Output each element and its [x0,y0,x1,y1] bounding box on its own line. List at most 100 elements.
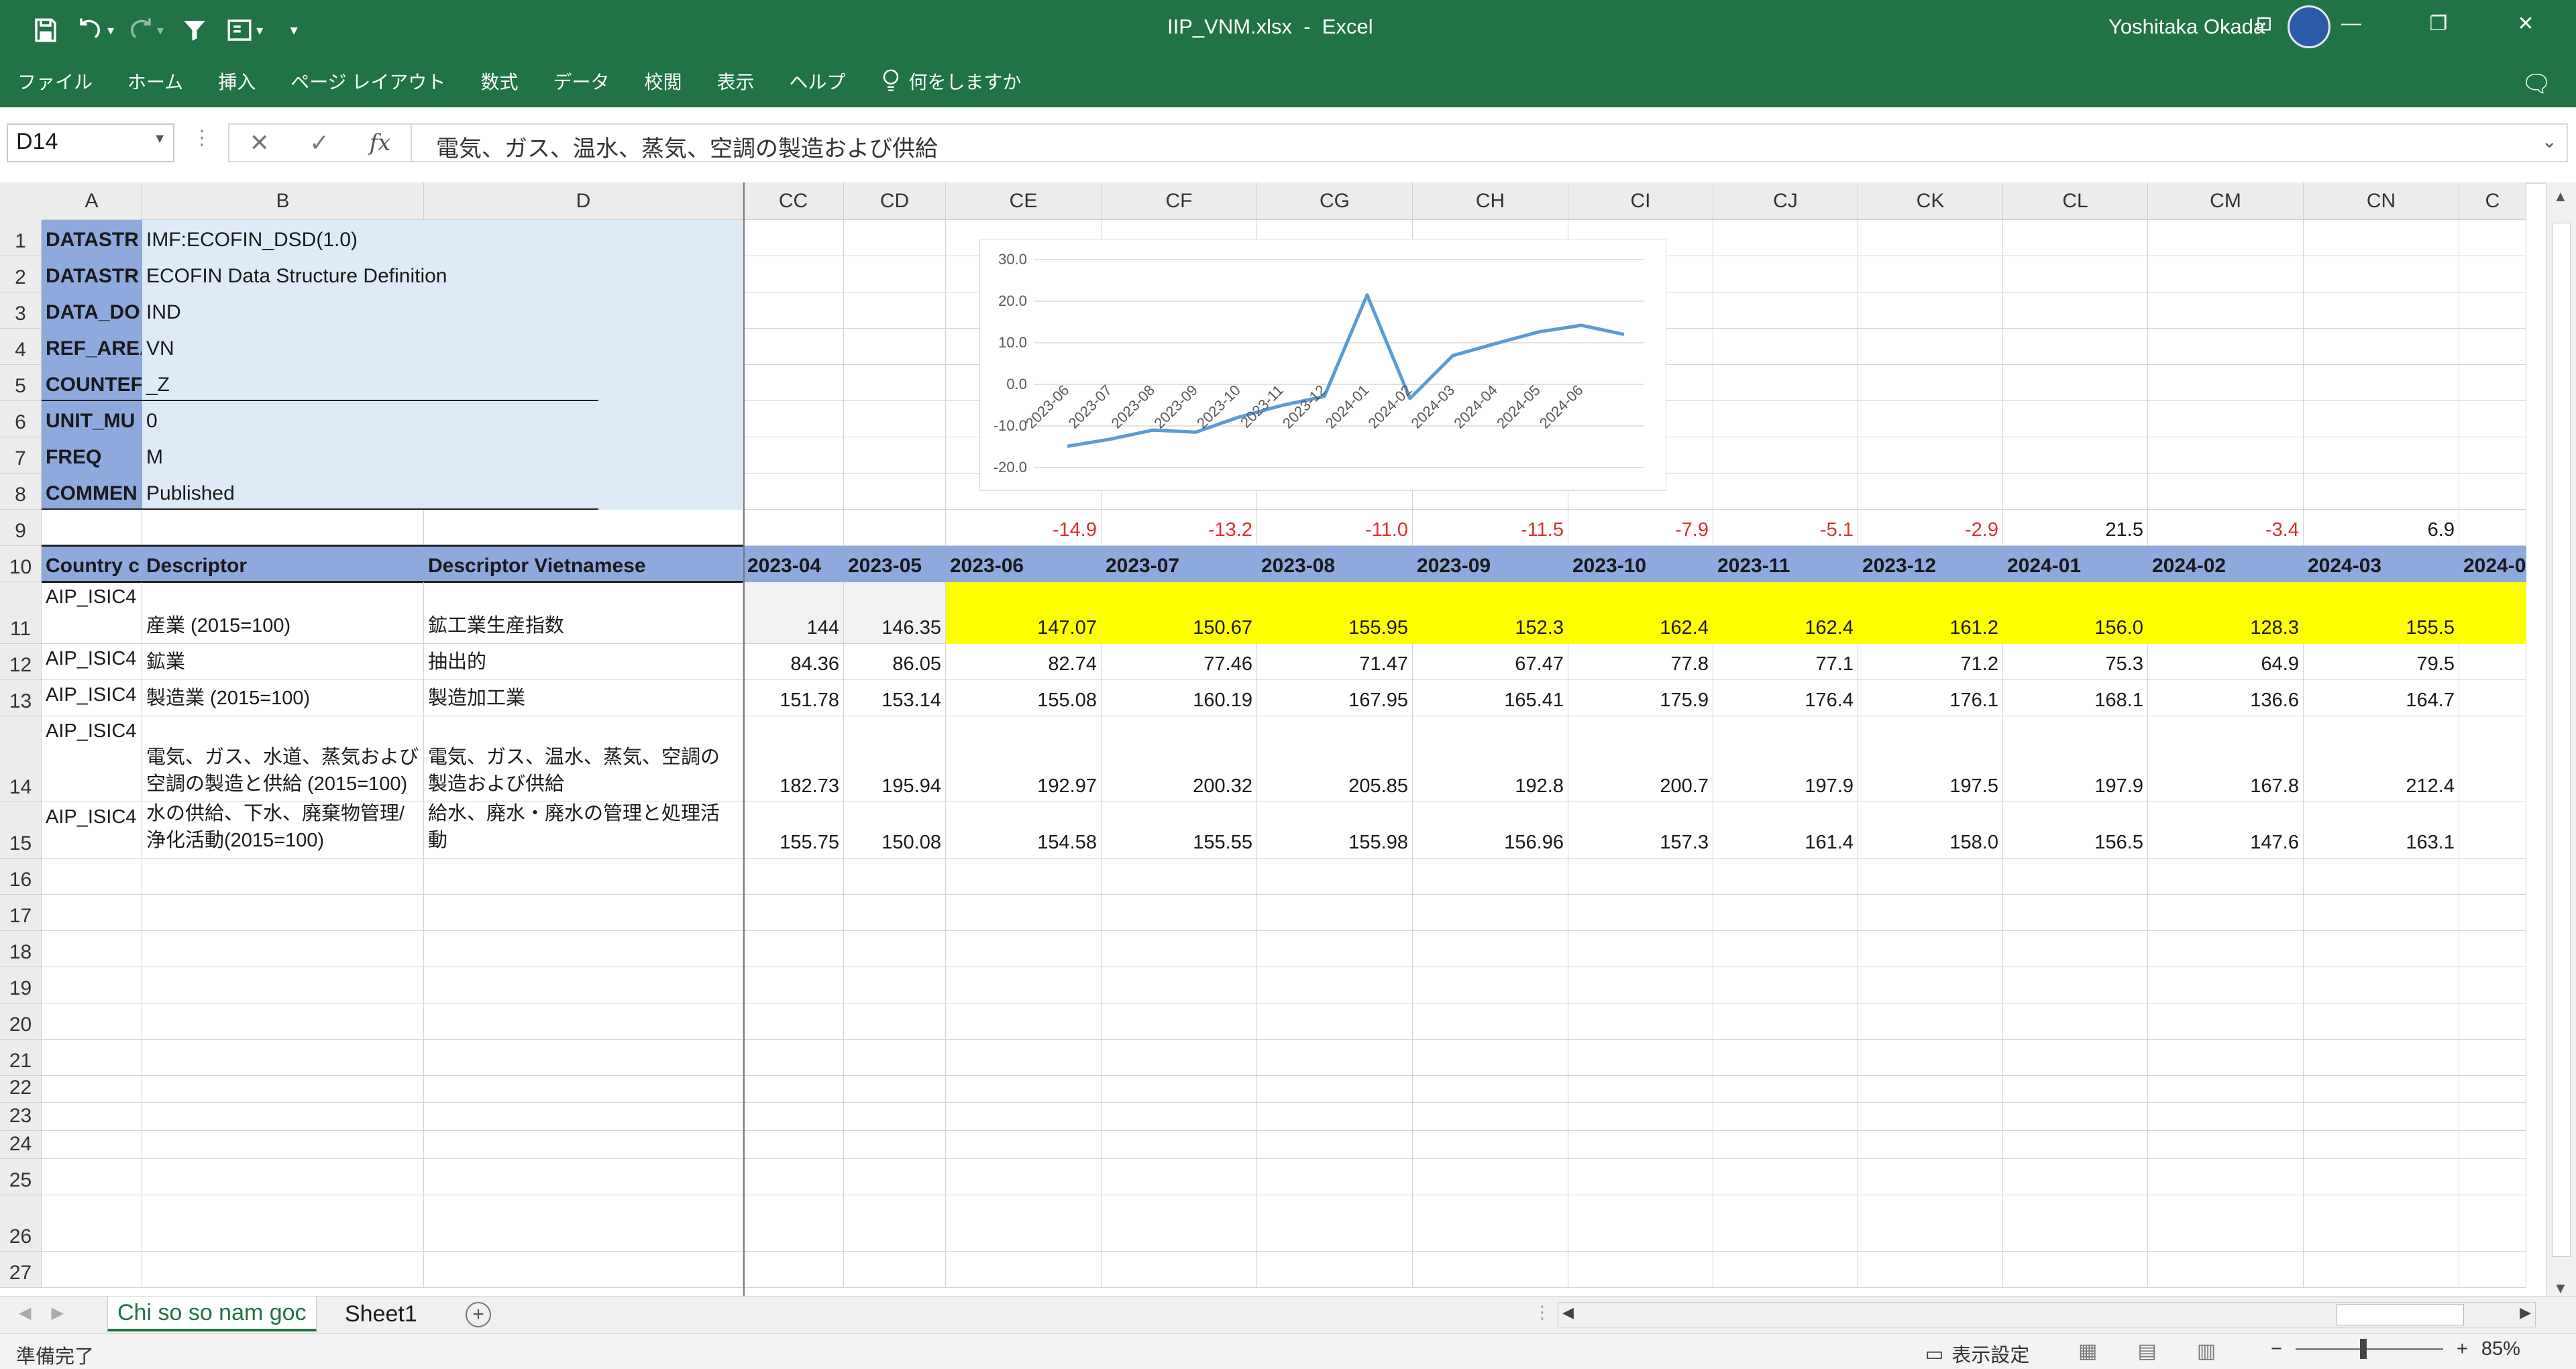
zoom-track[interactable] [2295,1339,2443,1359]
cell[interactable] [424,1252,743,1288]
cell[interactable] [2459,895,2526,931]
change-cell[interactable]: -14.9 [946,510,1102,546]
header-period[interactable]: 2023-04 [743,546,844,582]
cell[interactable] [2304,967,2459,1003]
row-header[interactable]: 4 [0,329,42,365]
cell[interactable] [1858,931,2003,967]
cell[interactable] [424,1159,743,1195]
cell[interactable] [2148,859,2304,895]
value-cell[interactable]: 153.14 [844,680,946,716]
cell[interactable] [743,365,844,401]
cell[interactable] [1568,967,1713,1003]
cancel-icon[interactable]: ✕ [250,129,270,157]
tell-me-search[interactable]: 何をしますか [863,68,1039,95]
column-header[interactable]: CM [2148,182,2304,220]
metadata-value[interactable]: _Z [142,365,743,401]
cell[interactable] [2459,680,2526,716]
column-header[interactable]: CK [1858,182,2003,220]
cell[interactable] [743,1159,844,1195]
cell[interactable] [2304,1131,2459,1159]
metadata-key[interactable]: DATASTR [42,256,142,292]
cell[interactable] [1257,967,1413,1003]
vertical-scroll-thumb[interactable] [2552,223,2571,1257]
cell[interactable] [2148,895,2304,931]
cell[interactable] [2148,1131,2304,1159]
minimize-button[interactable]: — [2308,0,2395,47]
zoom-level[interactable]: 85% [2481,1338,2520,1360]
change-cell[interactable]: -7.9 [1568,510,1713,546]
value-cell[interactable]: 176.4 [1713,680,1858,716]
cell[interactable] [1713,1076,1858,1103]
filter-button[interactable] [176,10,213,50]
cell[interactable] [1413,1195,1568,1252]
value-cell[interactable]: 182.73 [743,716,844,802]
header-period[interactable]: 2023-10 [1568,546,1713,582]
metadata-value[interactable]: IND [142,292,743,329]
cell[interactable] [1713,401,1858,437]
row-header[interactable]: 17 [0,895,42,931]
zoom-knob[interactable] [2359,1339,2367,1359]
cell[interactable] [424,1131,743,1159]
code-cell[interactable]: AIP_ISIC4 [42,802,142,859]
cell[interactable] [2003,437,2148,474]
cell[interactable] [1713,437,1858,474]
cell[interactable] [1858,1103,2003,1131]
cell[interactable] [2304,895,2459,931]
comments-button[interactable]: 🗨 [2521,70,2552,98]
cell[interactable] [743,859,844,895]
tab-review[interactable]: 校閲 [627,68,699,95]
cell[interactable] [2459,474,2526,510]
cell[interactable] [743,220,844,256]
cell[interactable] [946,859,1102,895]
metadata-value[interactable]: VN [142,329,743,365]
cell[interactable] [42,1076,142,1103]
change-cell[interactable]: -11.0 [1257,510,1413,546]
cell[interactable] [2459,510,2526,546]
value-cell[interactable]: 192.8 [1413,716,1568,802]
cell[interactable] [2304,292,2459,329]
cell[interactable] [946,1076,1102,1103]
cell[interactable] [424,931,743,967]
undo-button[interactable]: ▾ [76,10,114,50]
name-box[interactable]: D14 ▼ [7,123,174,162]
row-header[interactable]: 18 [0,931,42,967]
scroll-left-icon[interactable]: ◀ [1562,1304,1574,1321]
cell[interactable] [2304,931,2459,967]
cell[interactable] [142,859,424,895]
cell[interactable] [2003,931,2148,967]
cell[interactable] [1858,1195,2003,1252]
cell[interactable] [1858,365,2003,401]
cell[interactable] [424,1195,743,1252]
cell[interactable] [844,256,946,292]
cell[interactable] [946,1159,1102,1195]
cell[interactable] [2148,365,2304,401]
value-cell[interactable]: 82.74 [946,644,1102,680]
cell[interactable] [1413,1003,1568,1040]
column-header[interactable]: D [424,182,743,220]
value-cell[interactable]: 150.08 [844,802,946,859]
cell[interactable] [2003,1131,2148,1159]
cell[interactable] [1102,859,1257,895]
cell[interactable] [743,1195,844,1252]
cell[interactable] [2003,1195,2148,1252]
cell[interactable] [1568,1131,1713,1159]
cell[interactable] [2304,1103,2459,1131]
value-cell[interactable]: 84.36 [743,644,844,680]
cell[interactable] [2304,1040,2459,1076]
cell[interactable] [1102,1252,1257,1288]
cell[interactable] [1413,1159,1568,1195]
cell[interactable] [2459,1131,2526,1159]
close-button[interactable]: ✕ [2482,0,2569,47]
row-header[interactable]: 1 [0,220,42,256]
tab-data[interactable]: データ [535,68,627,95]
code-cell[interactable]: AIP_ISIC4 [42,582,142,644]
column-header[interactable]: CC [743,182,844,220]
value-cell[interactable]: 75.3 [2003,644,2148,680]
cell[interactable] [1713,1252,1858,1288]
cell[interactable] [2148,1040,2304,1076]
cell[interactable] [2003,329,2148,365]
cell[interactable] [844,1159,946,1195]
value-cell[interactable]: 175.9 [1568,680,1713,716]
cell[interactable] [1568,1003,1713,1040]
change-cell[interactable] [844,510,946,546]
